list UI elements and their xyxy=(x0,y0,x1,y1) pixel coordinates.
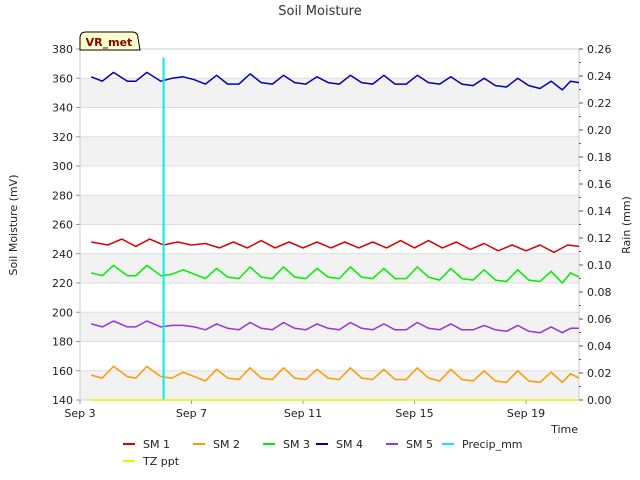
y-tick-label: 220 xyxy=(52,277,73,290)
y2-tick-label: 0.16 xyxy=(587,178,612,191)
y-tick-label: 280 xyxy=(52,189,73,202)
y2-tick-label: 0.06 xyxy=(587,313,612,326)
y-tick-label: 380 xyxy=(52,43,73,56)
x-tick-label: Sep 19 xyxy=(507,407,545,420)
legend: SM 1 SM 2 SM 3 SM 4 SM 5 Precip_mm TZ ppt xyxy=(123,438,523,468)
y-tick-label: 160 xyxy=(52,365,73,378)
legend-label-precip-mm: Precip_mm xyxy=(462,438,523,451)
y-tick-label: 260 xyxy=(52,219,73,232)
y2-tick-label: 0.02 xyxy=(587,367,612,380)
grid-band xyxy=(80,136,579,166)
y2-tick-label: 0.18 xyxy=(587,151,612,164)
x-tick-label: Sep 15 xyxy=(395,407,433,420)
y2-tick-label: 0.00 xyxy=(587,394,612,407)
y2-tick-label: 0.04 xyxy=(587,340,612,353)
legend-label-sm-4: SM 4 xyxy=(336,438,363,451)
legend-label-sm-5: SM 5 xyxy=(406,438,433,451)
y2-tick-labels: 0.00 0.02 0.04 0.06 0.08 0.10 0.12 0.14 0.16 0.18… xyxy=(579,43,612,407)
y2-axis-label: Rain (mm) xyxy=(620,196,633,254)
x-tick-label: Sep 3 xyxy=(64,407,95,420)
y2-tick-label: 0.22 xyxy=(587,97,612,110)
y-tick-label: 320 xyxy=(52,131,73,144)
y-tick-label: 140 xyxy=(52,394,73,407)
y-tick-labels: 140 160 180 200 220 240 260 280 300 320 340 360 380 xyxy=(52,43,80,407)
grid-band xyxy=(80,195,579,225)
grid-band xyxy=(80,312,579,342)
legend-label-sm-1: SM 1 xyxy=(143,438,170,451)
x-tick-labels: Sep 3 Sep 7 Sep 11 Sep 15 Sep 19 xyxy=(64,400,545,420)
legend-label-tz-ppt: TZ ppt xyxy=(142,455,180,468)
x-tick-label: Sep 7 xyxy=(176,407,207,420)
y-tick-label: 180 xyxy=(52,336,73,349)
y2-tick-label: 0.12 xyxy=(587,232,612,245)
y2-tick-label: 0.08 xyxy=(587,286,612,299)
y-tick-label: 340 xyxy=(52,102,73,115)
grid-band xyxy=(80,370,579,400)
legend-label-sm-2: SM 2 xyxy=(213,438,240,451)
y-tick-label: 200 xyxy=(52,306,73,319)
y2-tick-label: 0.14 xyxy=(587,205,612,218)
y2-tick-label: 0.10 xyxy=(587,259,612,272)
station-badge-label: VR_met xyxy=(86,36,133,49)
station-badge: VR_met xyxy=(79,31,141,51)
y2-tick-label: 0.26 xyxy=(587,43,612,56)
y2-tick-label: 0.24 xyxy=(587,70,612,83)
x-tick-label: Sep 11 xyxy=(284,407,322,420)
grid-band xyxy=(80,253,579,283)
chart-title: Soil Moisture xyxy=(278,4,362,19)
y-tick-label: 240 xyxy=(52,248,73,261)
y-tick-label: 360 xyxy=(52,72,73,85)
y2-tick-label: 0.20 xyxy=(587,124,612,137)
x-axis-label: Time xyxy=(550,423,578,436)
y-tick-label: 300 xyxy=(52,160,73,173)
y-axis-label: Soil Moisture (mV) xyxy=(7,175,20,276)
plot-bands xyxy=(80,78,579,400)
series-lines xyxy=(90,57,580,401)
legend-label-sm-3: SM 3 xyxy=(283,438,310,451)
soil-moisture-chart: Soil Moisture 140 160 180 200 220 240 260 280 30… xyxy=(7,4,633,468)
